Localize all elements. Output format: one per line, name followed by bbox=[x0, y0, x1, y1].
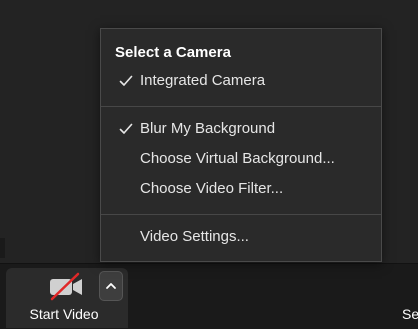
edge-marker bbox=[0, 238, 5, 258]
menu-item-blur-background[interactable]: Blur My Background bbox=[101, 117, 381, 145]
menu-separator bbox=[101, 214, 381, 215]
menu-item-label: Choose Video Filter... bbox=[140, 180, 284, 197]
menu-item-label: Video Settings... bbox=[140, 228, 249, 245]
menu-item-virtual-background[interactable]: Choose Virtual Background... bbox=[101, 147, 381, 175]
video-options-caret-button[interactable] bbox=[99, 271, 123, 301]
menu-item-video-settings[interactable]: Video Settings... bbox=[101, 225, 381, 253]
menu-item-label: Blur My Background bbox=[140, 120, 276, 137]
menu-item-label: Choose Virtual Background... bbox=[140, 150, 335, 167]
checkmark-icon bbox=[119, 75, 133, 86]
camera-menu: Select a Camera Integrated Camera Blur M… bbox=[100, 28, 382, 262]
chevron-up-icon bbox=[106, 283, 116, 289]
menu-heading: Select a Camera bbox=[115, 44, 231, 61]
start-video-label: Start Video bbox=[29, 306, 99, 322]
menu-item-video-filter[interactable]: Choose Video Filter... bbox=[101, 177, 381, 205]
video-camera-off-icon bbox=[50, 272, 82, 301]
toolbar-next-button-label[interactable]: Se bbox=[402, 306, 418, 322]
checkmark-icon bbox=[119, 123, 133, 134]
menu-item-label: Integrated Camera bbox=[140, 72, 266, 89]
menu-item-integrated-camera[interactable]: Integrated Camera bbox=[101, 69, 381, 97]
menu-separator bbox=[101, 106, 381, 107]
